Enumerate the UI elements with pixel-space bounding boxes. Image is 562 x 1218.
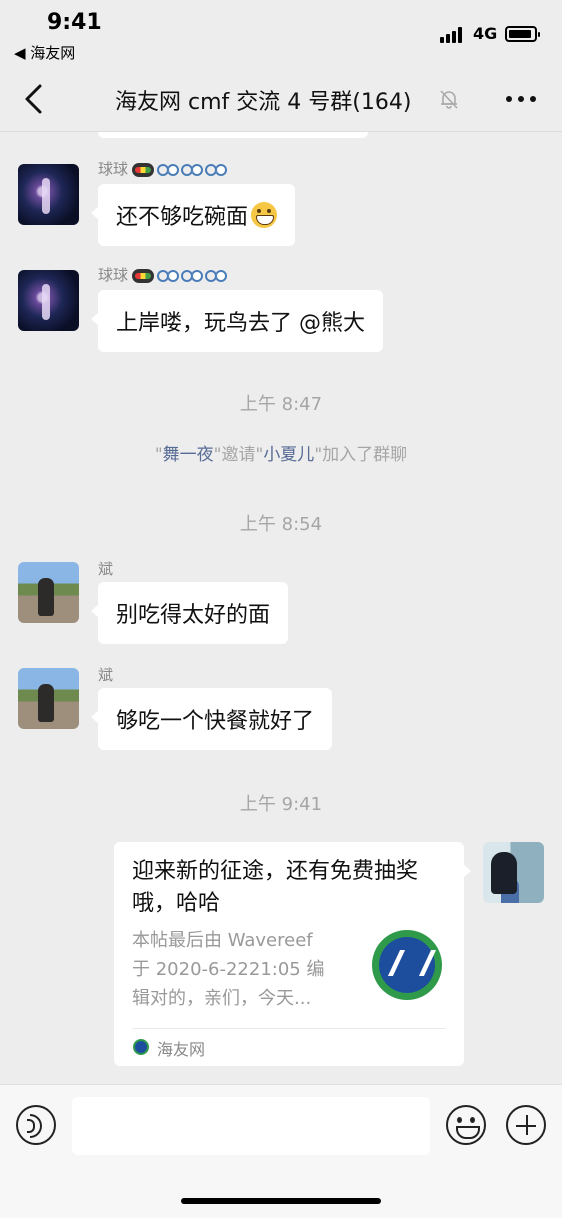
traffic-light-icon — [132, 269, 155, 283]
avatar[interactable] — [18, 668, 79, 729]
inviter-name[interactable]: 舞一夜 — [163, 445, 214, 465]
message-text: 够吃一个快餐就好了 — [116, 709, 315, 734]
invitee-name[interactable]: 小夏儿 — [263, 445, 314, 465]
source-logo-icon — [133, 1039, 149, 1055]
message-bubble[interactable]: 够吃一个快餐就好了 — [90, 688, 333, 750]
bike-icon — [157, 164, 170, 176]
sender-name: 斌 — [98, 560, 114, 578]
sender-name-text: 球球 — [98, 160, 129, 178]
timestamp: 上午 8:54 — [239, 514, 323, 535]
system-notice: "舞一夜"邀请"小夏儿"加入了群聊 — [154, 445, 408, 465]
chat-header: 海友网 cmf 交流 4 号群(164) — [0, 66, 562, 132]
sender-name: 球球 — [98, 158, 229, 179]
sender-name-text: 球球 — [98, 266, 129, 284]
previous-message-bubble — [98, 132, 368, 138]
sender-name: 球球 — [98, 264, 229, 285]
bike-icon — [181, 164, 194, 176]
message-text: 上岸喽，玩鸟去了 @熊大 — [116, 311, 365, 336]
back-to-app-link[interactable]: ◀ 海友网 — [14, 42, 75, 63]
status-time: 9:41 — [47, 10, 102, 35]
avatar[interactable] — [18, 562, 79, 623]
message-input[interactable] — [72, 1097, 430, 1155]
avatar[interactable] — [483, 842, 544, 903]
message-text: 还不够吃碗面 — [116, 205, 249, 230]
message-bubble[interactable]: 别吃得太好的面 — [90, 582, 289, 644]
divider — [132, 1028, 446, 1029]
message-bubble[interactable]: 上岸喽，玩鸟去了 @熊大 — [91, 290, 383, 352]
bike-icon — [157, 270, 170, 282]
bike-icon — [205, 164, 218, 176]
message-text: 别吃得太好的面 — [116, 603, 271, 628]
traffic-light-icon — [132, 163, 155, 177]
more-options-icon[interactable] — [504, 96, 538, 104]
voice-icon[interactable] — [16, 1105, 56, 1145]
back-arrow-icon[interactable] — [20, 82, 50, 116]
haiyouwang-logo — [372, 930, 442, 1000]
link-card-source: 海友网 — [157, 1040, 206, 1059]
battery-icon — [505, 26, 540, 42]
bike-icon — [205, 270, 218, 282]
link-card-title: 迎来新的征途，还有免费抽奖哦，哈哈 — [132, 859, 419, 916]
signal-icon — [440, 27, 468, 43]
network-type: 4G — [473, 24, 498, 43]
status-bar: 9:41 ◀ 海友网 4G — [0, 0, 562, 66]
message-bubble[interactable]: 还不够吃碗面 — [90, 184, 296, 246]
sender-emojis — [132, 161, 229, 179]
plus-icon[interactable] — [506, 1105, 546, 1145]
mute-bell-icon — [440, 90, 458, 109]
sender-name: 斌 — [98, 666, 114, 684]
avatar[interactable] — [18, 164, 79, 225]
link-card[interactable]: 迎来新的征途，还有免费抽奖哦，哈哈 本帖最后由 Wavereef 于 2020-… — [114, 842, 471, 1066]
message-list[interactable]: 球球 还不够吃碗面 球球 上岸喽，玩鸟去了 @熊大 上午 8:47 "舞一夜"邀… — [0, 132, 562, 1084]
timestamp: 上午 8:47 — [239, 394, 323, 415]
avatar[interactable] — [18, 270, 79, 331]
link-card-description: 本帖最后由 Wavereef 于 2020-6-2221:05 编 辑对的，亲们… — [132, 930, 325, 1009]
chat-title: 海友网 cmf 交流 4 号群(164) — [115, 90, 412, 115]
emoji-icon[interactable] — [446, 1105, 486, 1145]
timestamp: 上午 9:41 — [239, 794, 323, 815]
grin-icon — [251, 202, 278, 228]
bike-icon — [181, 270, 194, 282]
home-indicator[interactable] — [181, 1198, 381, 1204]
sender-emojis — [132, 267, 229, 285]
